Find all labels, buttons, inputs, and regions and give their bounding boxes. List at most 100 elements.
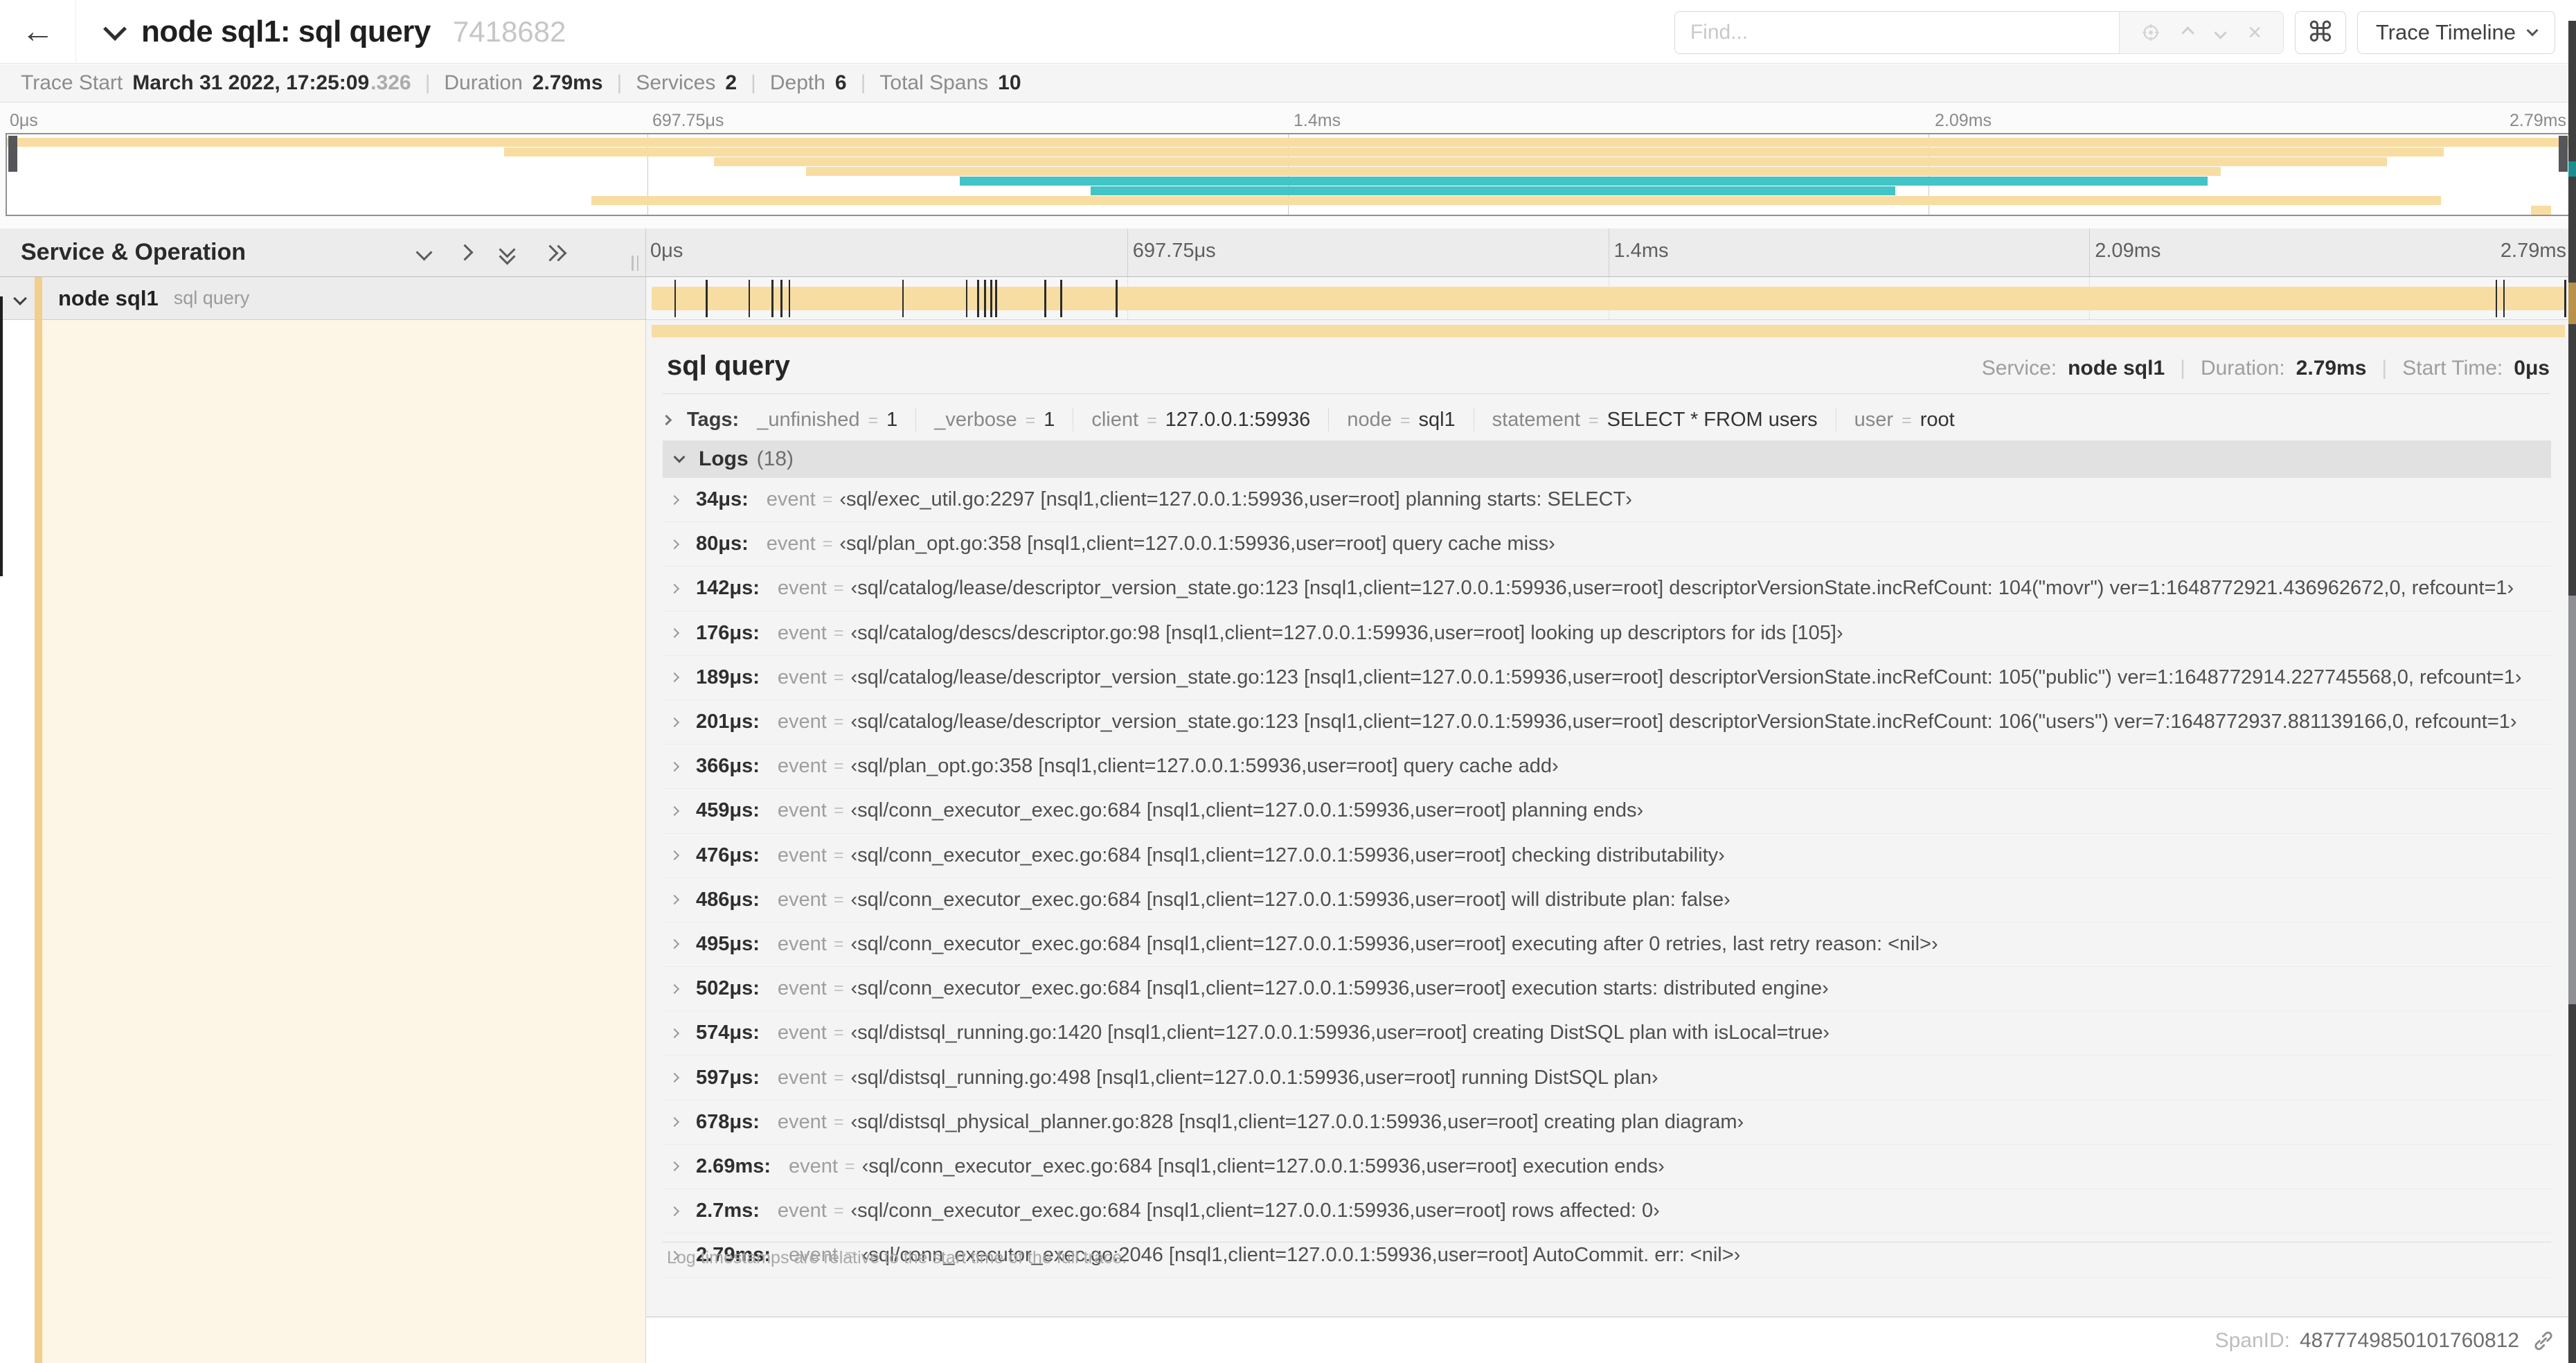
log-row[interactable]: 366μs: event = ‹sql/plan_opt.go:358 [nsql1,… [663, 745, 2551, 789]
log-field: event [777, 711, 827, 733]
span-name-cell[interactable]: node sql1 sql query [0, 277, 646, 320]
log-row[interactable]: 597μs: event = ‹sql/distsql_running.go:498 … [663, 1055, 2551, 1100]
view-range-right-handle[interactable] [2559, 136, 2568, 172]
log-marker-tick [2495, 280, 2498, 317]
log-field: event [777, 577, 827, 600]
log-timestamp: 678μs: [696, 1110, 760, 1133]
log-row[interactable]: 80μs: event = ‹sql/plan_opt.go:358 [nsql1,c… [663, 522, 2551, 567]
logs-list: 34μs: event = ‹sql/exec_util.go:2297 [nsql1… [663, 478, 2551, 1278]
find-input[interactable] [1674, 11, 2119, 54]
summary-item: Depth 6 [770, 71, 847, 95]
log-field: event [777, 932, 827, 955]
tags-row[interactable]: Tags: _unfinished = 1 _verbose = 1 client = 127.… [661, 403, 2550, 436]
tag-value: sql1 [1418, 408, 1456, 431]
trace-view-selector[interactable]: Trace Timeline [2356, 11, 2555, 54]
log-expand-chevron-icon [669, 672, 680, 683]
log-timestamp: 486μs: [696, 888, 760, 911]
log-row[interactable]: 142μs: event = ‹sql/catalog/lease/descripto… [663, 567, 2551, 611]
logs-header[interactable]: Logs (18) [663, 440, 2551, 478]
log-equals: = [844, 1156, 855, 1176]
log-marker-tick [674, 280, 677, 317]
trace-collapse-chevron-icon[interactable] [103, 17, 127, 41]
summary-label: Trace Start [21, 71, 123, 94]
summary-suffix: .326 [370, 71, 411, 94]
span-detail-header[interactable]: sql query Service: node sql1 | Duration: 2.7… [667, 350, 2550, 382]
log-equals: = [833, 845, 844, 865]
span-duration-bar[interactable] [652, 280, 2566, 317]
span-footer: SpanID: 4877749850101760812 [646, 1318, 2570, 1363]
span-accent-stripe [35, 277, 42, 319]
log-equals: = [822, 490, 833, 510]
log-equals: = [833, 578, 844, 598]
log-row[interactable]: 34μs: event = ‹sql/exec_util.go:2297 [nsql1… [663, 478, 2551, 522]
left-edge-strip [0, 296, 3, 576]
log-row[interactable]: 486μs: event = ‹sql/conn_executor_exec.go:6… [663, 878, 2551, 923]
log-row[interactable]: 2.69ms: event = ‹sql/conn_executor_exec.go:… [663, 1145, 2551, 1189]
log-row[interactable]: 459μs: event = ‹sql/conn_executor_exec.go:6… [663, 789, 2551, 833]
expand-all-icon[interactable] [542, 244, 567, 262]
log-expand-chevron-icon [669, 495, 680, 505]
find-clear-icon[interactable]: × [2248, 21, 2262, 44]
back-button[interactable]: ← [0, 0, 76, 64]
log-row[interactable]: 574μs: event = ‹sql/distsql_running.go:1420… [663, 1011, 2551, 1055]
summary-value: 2 [725, 71, 737, 94]
trace-view-label: Trace Timeline [2375, 20, 2516, 44]
log-value: ‹sql/catalog/lease/descriptor_version_st… [850, 577, 2514, 600]
log-value: ‹sql/conn_executor_exec.go:684 [nsql1,cl… [861, 1155, 1665, 1177]
log-row[interactable]: 476μs: event = ‹sql/conn_executor_exec.go:6… [663, 834, 2551, 878]
time-label: 2.79ms [2510, 111, 2566, 130]
meta-label: Start Time: [2402, 357, 2503, 380]
find-next-icon[interactable] [2213, 26, 2227, 39]
summary-separator: | [860, 71, 866, 94]
time-label: 2.09ms [2095, 240, 2161, 262]
expand-one-icon[interactable] [456, 244, 474, 261]
summary-item: Duration 2.79ms [444, 71, 602, 95]
log-field: event [789, 1155, 838, 1177]
tag-item: statement = SELECT * FROM users [1492, 409, 1818, 431]
log-row[interactable]: 176μs: event = ‹sql/catalog/descs/descripto… [663, 612, 2551, 656]
log-timestamp: 142μs: [696, 577, 760, 600]
log-expand-chevron-icon [669, 939, 680, 950]
summary-label: Services [636, 71, 716, 94]
log-expand-chevron-icon [669, 761, 680, 772]
keyboard-shortcuts-button[interactable]: ⌘ [2294, 11, 2346, 54]
locate-icon[interactable] [2141, 23, 2161, 42]
log-row[interactable]: 502μs: event = ‹sql/conn_executor_exec.go:6… [663, 967, 2551, 1011]
log-expand-chevron-icon [669, 1028, 680, 1038]
log-row[interactable]: 495μs: event = ‹sql/conn_executor_exec.go:6… [663, 923, 2551, 967]
span-collapse-chevron-icon[interactable] [13, 291, 27, 305]
time-label: 1.4ms [1294, 111, 1341, 130]
log-value: ‹sql/catalog/descs/descriptor.go:98 [nsq… [850, 621, 1843, 644]
log-equals: = [833, 1023, 844, 1043]
log-row[interactable]: 2.7ms: event = ‹sql/conn_executor_exec.go:6… [663, 1189, 2551, 1233]
span-detail-bar [652, 325, 2565, 337]
view-range-left-handle[interactable] [8, 136, 17, 172]
column-resizer-handle[interactable] [632, 256, 638, 271]
log-field: event [777, 1200, 827, 1222]
log-marker-tick [902, 280, 904, 317]
log-row[interactable]: 201μs: event = ‹sql/catalog/lease/descripto… [663, 700, 2551, 745]
minimap-canvas[interactable] [6, 133, 2570, 216]
timeline-ruler: 0μs 697.75μs 1.4ms 2.09ms 2.79ms [646, 229, 2570, 276]
collapse-all-icon[interactable] [499, 240, 517, 265]
log-equals: = [833, 667, 844, 687]
logs-count: (18) [756, 447, 794, 470]
tag-equals: = [1902, 410, 1912, 430]
span-operation-name: sql query [173, 287, 250, 308]
log-value: ‹sql/catalog/lease/descriptor_version_st… [850, 711, 2517, 733]
find-prev-icon[interactable] [2181, 26, 2194, 39]
log-value: ‹sql/catalog/lease/descriptor_version_st… [850, 666, 2522, 688]
logs-title: Logs [699, 447, 749, 470]
deep-link-icon[interactable] [2532, 1329, 2555, 1353]
log-row[interactable]: 189μs: event = ‹sql/catalog/lease/descripto… [663, 656, 2551, 700]
log-value: ‹sql/conn_executor_exec.go:684 [nsql1,cl… [850, 799, 1644, 822]
summary-separator: | [751, 71, 756, 94]
log-row[interactable]: 678μs: event = ‹sql/distsql_physical_planne… [663, 1101, 2551, 1145]
tag-item: user = root [1854, 409, 1955, 431]
tag-key: node [1347, 408, 1392, 431]
collapse-one-icon[interactable] [415, 244, 433, 261]
log-expand-chevron-icon [669, 1072, 680, 1083]
tag-key: client [1091, 408, 1139, 431]
log-field: event [777, 844, 827, 866]
summary-value: 6 [834, 71, 847, 94]
